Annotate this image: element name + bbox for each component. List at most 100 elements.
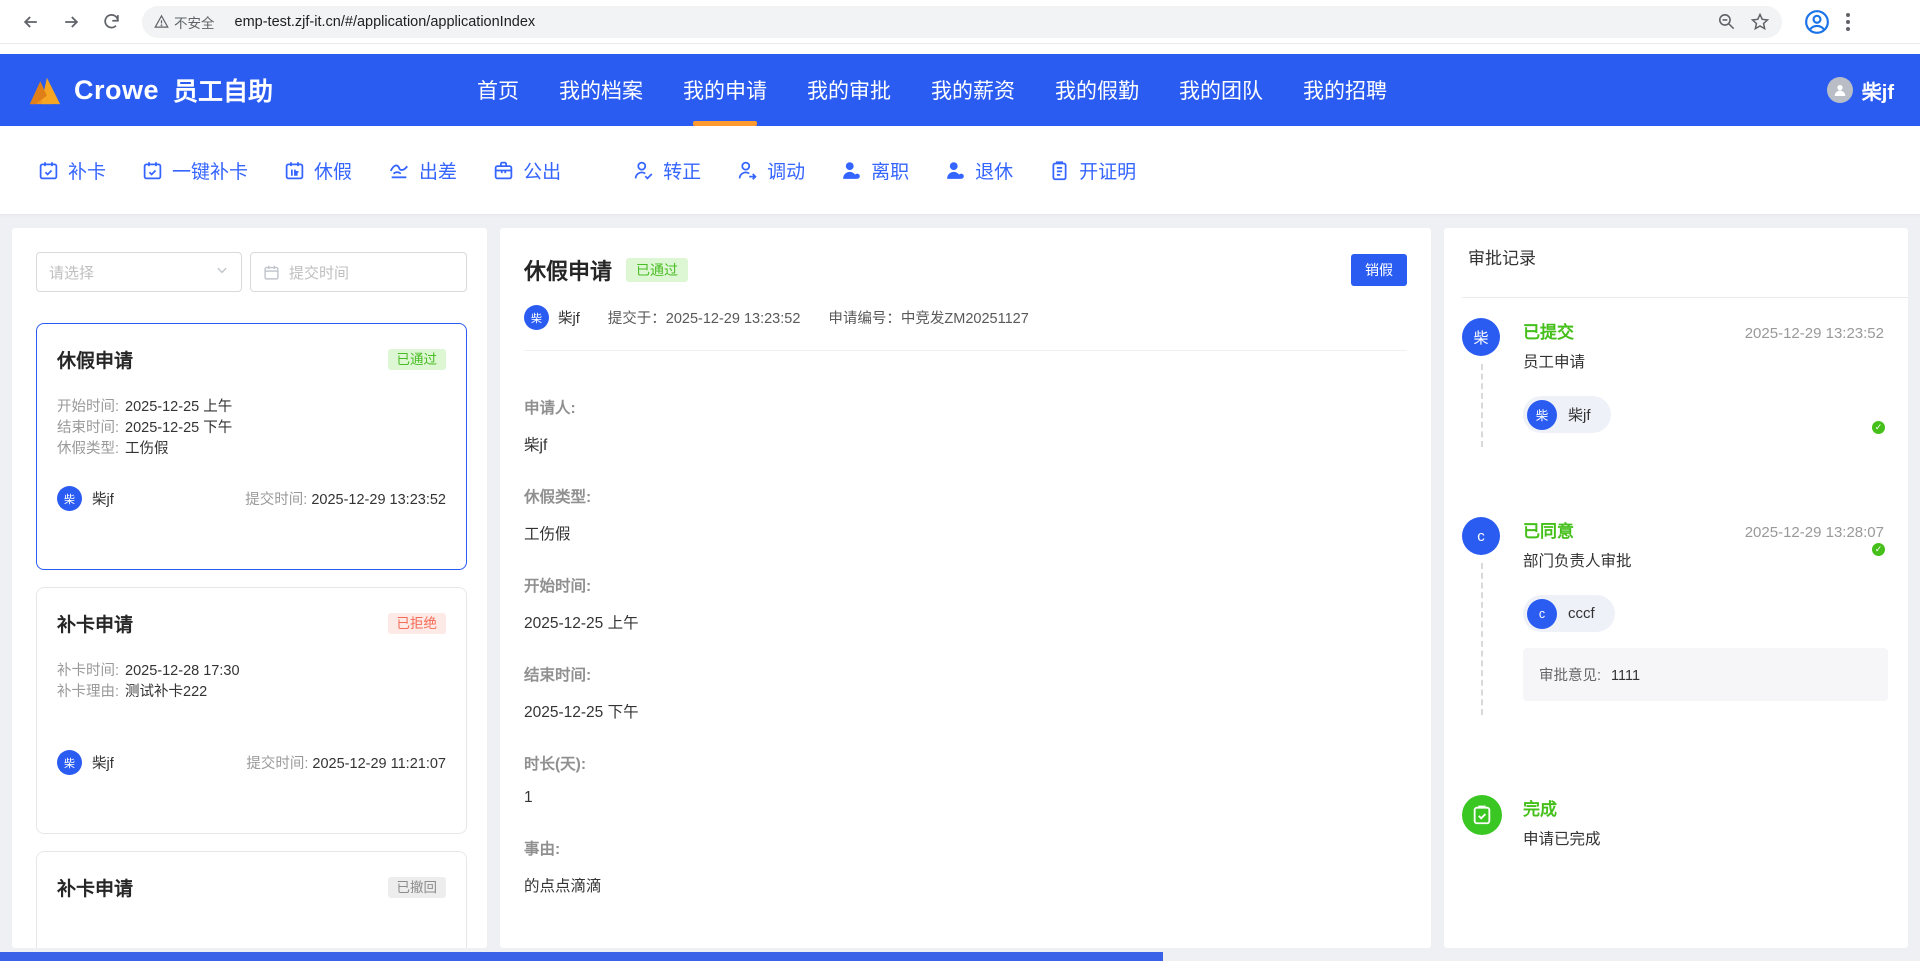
step-desc: 部门负责人审批 xyxy=(1523,553,1632,570)
user-menu[interactable]: 柴jf xyxy=(1826,54,1894,126)
approval-title: 审批记录 xyxy=(1468,249,1536,268)
person-pill: c cccf xyxy=(1523,595,1615,632)
field-end-time: 结束时间: 2025-12-25 下午 xyxy=(524,667,639,721)
address-bar[interactable]: 不安全 emp-test.zjf-it.cn/#/application/app… xyxy=(142,5,1782,38)
action-leave[interactable]: 休假 xyxy=(284,157,352,184)
status-badge: 已拒绝 xyxy=(387,612,446,635)
field-leave-type: 休假类型: 工伤假 xyxy=(524,489,592,543)
nav-item-my-attendance[interactable]: 我的假勤 xyxy=(1055,54,1139,126)
quick-actions-toolbar: 补卡 一键补卡 休假 出差 公出 转正 调动 离职 退休 开证明 xyxy=(0,126,1920,214)
approval-step-submitted: 柴 ✓ 已提交 2025-12-29 13:23:52 员工申请 柴 柴jf xyxy=(1462,318,1887,447)
avatar: 柴 xyxy=(524,305,549,330)
security-warning[interactable]: 不安全 xyxy=(154,12,225,32)
person-pill: 柴 柴jf xyxy=(1523,396,1611,433)
step-time: 2025-12-29 13:28:07 xyxy=(1744,524,1884,541)
avatar: c xyxy=(1527,598,1557,629)
calendar-rest-icon xyxy=(285,161,304,179)
url-text[interactable]: emp-test.zjf-it.cn/#/application/applica… xyxy=(235,14,1718,30)
application-detail-panel: 休假申请 已通过 销假 柴 柴jf 提交于：2025-12-29 13:23:5… xyxy=(500,228,1431,948)
crowe-logo-icon xyxy=(29,77,61,105)
calendar-check-icon xyxy=(39,161,58,179)
browser-forward-icon[interactable] xyxy=(54,5,88,39)
browser-refresh-icon[interactable] xyxy=(94,5,128,39)
step-status: 完成 xyxy=(1523,800,1557,819)
page-top-gap xyxy=(0,44,1920,54)
nav-item-my-recruiting[interactable]: 我的招聘 xyxy=(1303,54,1387,126)
card-title: 补卡申请 xyxy=(57,879,134,900)
approval-step-complete: 完成 申请已完成 xyxy=(1462,795,1884,849)
type-filter-select[interactable]: 请选择 xyxy=(36,252,242,292)
chevron-down-icon xyxy=(215,263,229,281)
browser-back-icon[interactable] xyxy=(14,5,48,39)
field-start-time: 开始时间: 2025-12-25 上午 xyxy=(524,578,639,632)
timeline-connector xyxy=(1481,563,1483,715)
approval-step-approved: c ✓ 已同意 2025-12-29 13:28:07 部门负责人审批 c cc… xyxy=(1462,517,1888,715)
action-punch-correction[interactable]: 补卡 xyxy=(38,157,106,184)
approval-record-panel: 审批记录 柴 ✓ 已提交 2025-12-29 13:23:52 员工申请 柴 … xyxy=(1444,228,1908,948)
zoom-out-icon[interactable] xyxy=(1717,12,1736,31)
bookmark-star-icon[interactable] xyxy=(1750,12,1770,32)
cancel-leave-button[interactable]: 销假 xyxy=(1351,254,1407,286)
action-official-out[interactable]: 公出 xyxy=(493,157,561,184)
complete-clipboard-icon xyxy=(1462,795,1502,835)
travel-icon xyxy=(389,164,408,179)
nav-item-home[interactable]: 首页 xyxy=(477,54,519,126)
detail-title: 休假申请 xyxy=(524,259,613,284)
applicant-name: 柴jf xyxy=(558,311,580,327)
horizontal-scrollbar[interactable] xyxy=(0,952,1163,961)
nav-item-my-salary[interactable]: 我的薪资 xyxy=(931,54,1015,126)
avatar: 柴 xyxy=(57,486,82,511)
nav-item-my-applications[interactable]: 我的申请 xyxy=(683,54,767,126)
avatar: 柴 xyxy=(57,750,82,775)
application-card-leave[interactable]: 休假申请 已通过 开始时间: 2025-12-25 上午 结束时间: 2025-12… xyxy=(36,323,467,570)
status-badge: 已撤回 xyxy=(387,876,446,899)
submit-time-filter[interactable]: 提交时间 xyxy=(250,252,467,292)
profile-icon[interactable] xyxy=(1804,9,1830,35)
avatar: 柴 xyxy=(1527,399,1557,430)
step-status: 已提交 xyxy=(1523,323,1574,342)
calendar-icon xyxy=(264,265,279,280)
action-certificate[interactable]: 开证明 xyxy=(1049,157,1136,184)
action-business-trip[interactable]: 出差 xyxy=(388,157,457,184)
action-resignation[interactable]: 离职 xyxy=(841,157,909,184)
application-card-punch-2[interactable]: 补卡申请 已撤回 xyxy=(36,851,467,948)
main-nav: 首页 我的档案 我的申请 我的审批 我的薪资 我的假勤 我的团队 我的招聘 xyxy=(477,54,1387,126)
action-regularization[interactable]: 转正 xyxy=(633,157,701,184)
step-desc: 申请已完成 xyxy=(1523,831,1601,848)
warning-icon xyxy=(154,14,169,28)
timeline-connector xyxy=(1481,364,1483,447)
briefcase-icon xyxy=(494,161,513,179)
person-transfer-icon xyxy=(738,161,757,180)
application-card-punch[interactable]: 补卡申请 已拒绝 补卡时间: 2025-12-28 17:30 补卡理由: 测试补卡… xyxy=(36,587,467,834)
field-duration: 时长(天): 1 xyxy=(524,756,586,806)
browser-toolbar: 不安全 emp-test.zjf-it.cn/#/application/app… xyxy=(0,0,1920,44)
brand-name: Crowe xyxy=(74,74,160,105)
approval-comment: 审批意见: 1111 xyxy=(1523,648,1888,701)
nav-item-my-approvals[interactable]: 我的审批 xyxy=(807,54,891,126)
step-status: 已同意 xyxy=(1523,522,1574,541)
field-reason: 事由: 的点点滴滴 xyxy=(524,841,602,895)
avatar: 柴 xyxy=(1462,318,1500,356)
calendar-check-icon xyxy=(143,161,162,179)
app-header: Crowe 员工自助 首页 我的档案 我的申请 我的审批 我的薪资 我的假勤 我… xyxy=(0,54,1920,126)
user-name: 柴jf xyxy=(1861,81,1894,104)
person-leave-icon xyxy=(843,161,860,179)
nav-item-my-archives[interactable]: 我的档案 xyxy=(559,54,643,126)
step-desc: 员工申请 xyxy=(1523,354,1586,371)
card-title: 休假申请 xyxy=(57,351,134,372)
nav-item-my-team[interactable]: 我的团队 xyxy=(1179,54,1263,126)
card-title: 补卡申请 xyxy=(57,615,134,636)
action-transfer[interactable]: 调动 xyxy=(737,157,805,184)
field-applicant: 申请人: 柴jf xyxy=(524,400,576,454)
app-name: 员工自助 xyxy=(173,78,274,106)
action-one-key-punch-correction[interactable]: 一键补卡 xyxy=(142,157,248,184)
certificate-icon xyxy=(1052,160,1067,180)
browser-menu-icon[interactable] xyxy=(1846,12,1850,31)
person-check-icon xyxy=(634,161,653,180)
user-avatar-icon xyxy=(1826,77,1853,103)
security-label: 不安全 xyxy=(174,15,215,31)
check-icon: ✓ xyxy=(1870,541,1887,558)
status-badge: 已通过 xyxy=(387,348,446,371)
action-retirement[interactable]: 退休 xyxy=(945,157,1013,184)
step-time: 2025-12-29 13:23:52 xyxy=(1744,325,1884,342)
